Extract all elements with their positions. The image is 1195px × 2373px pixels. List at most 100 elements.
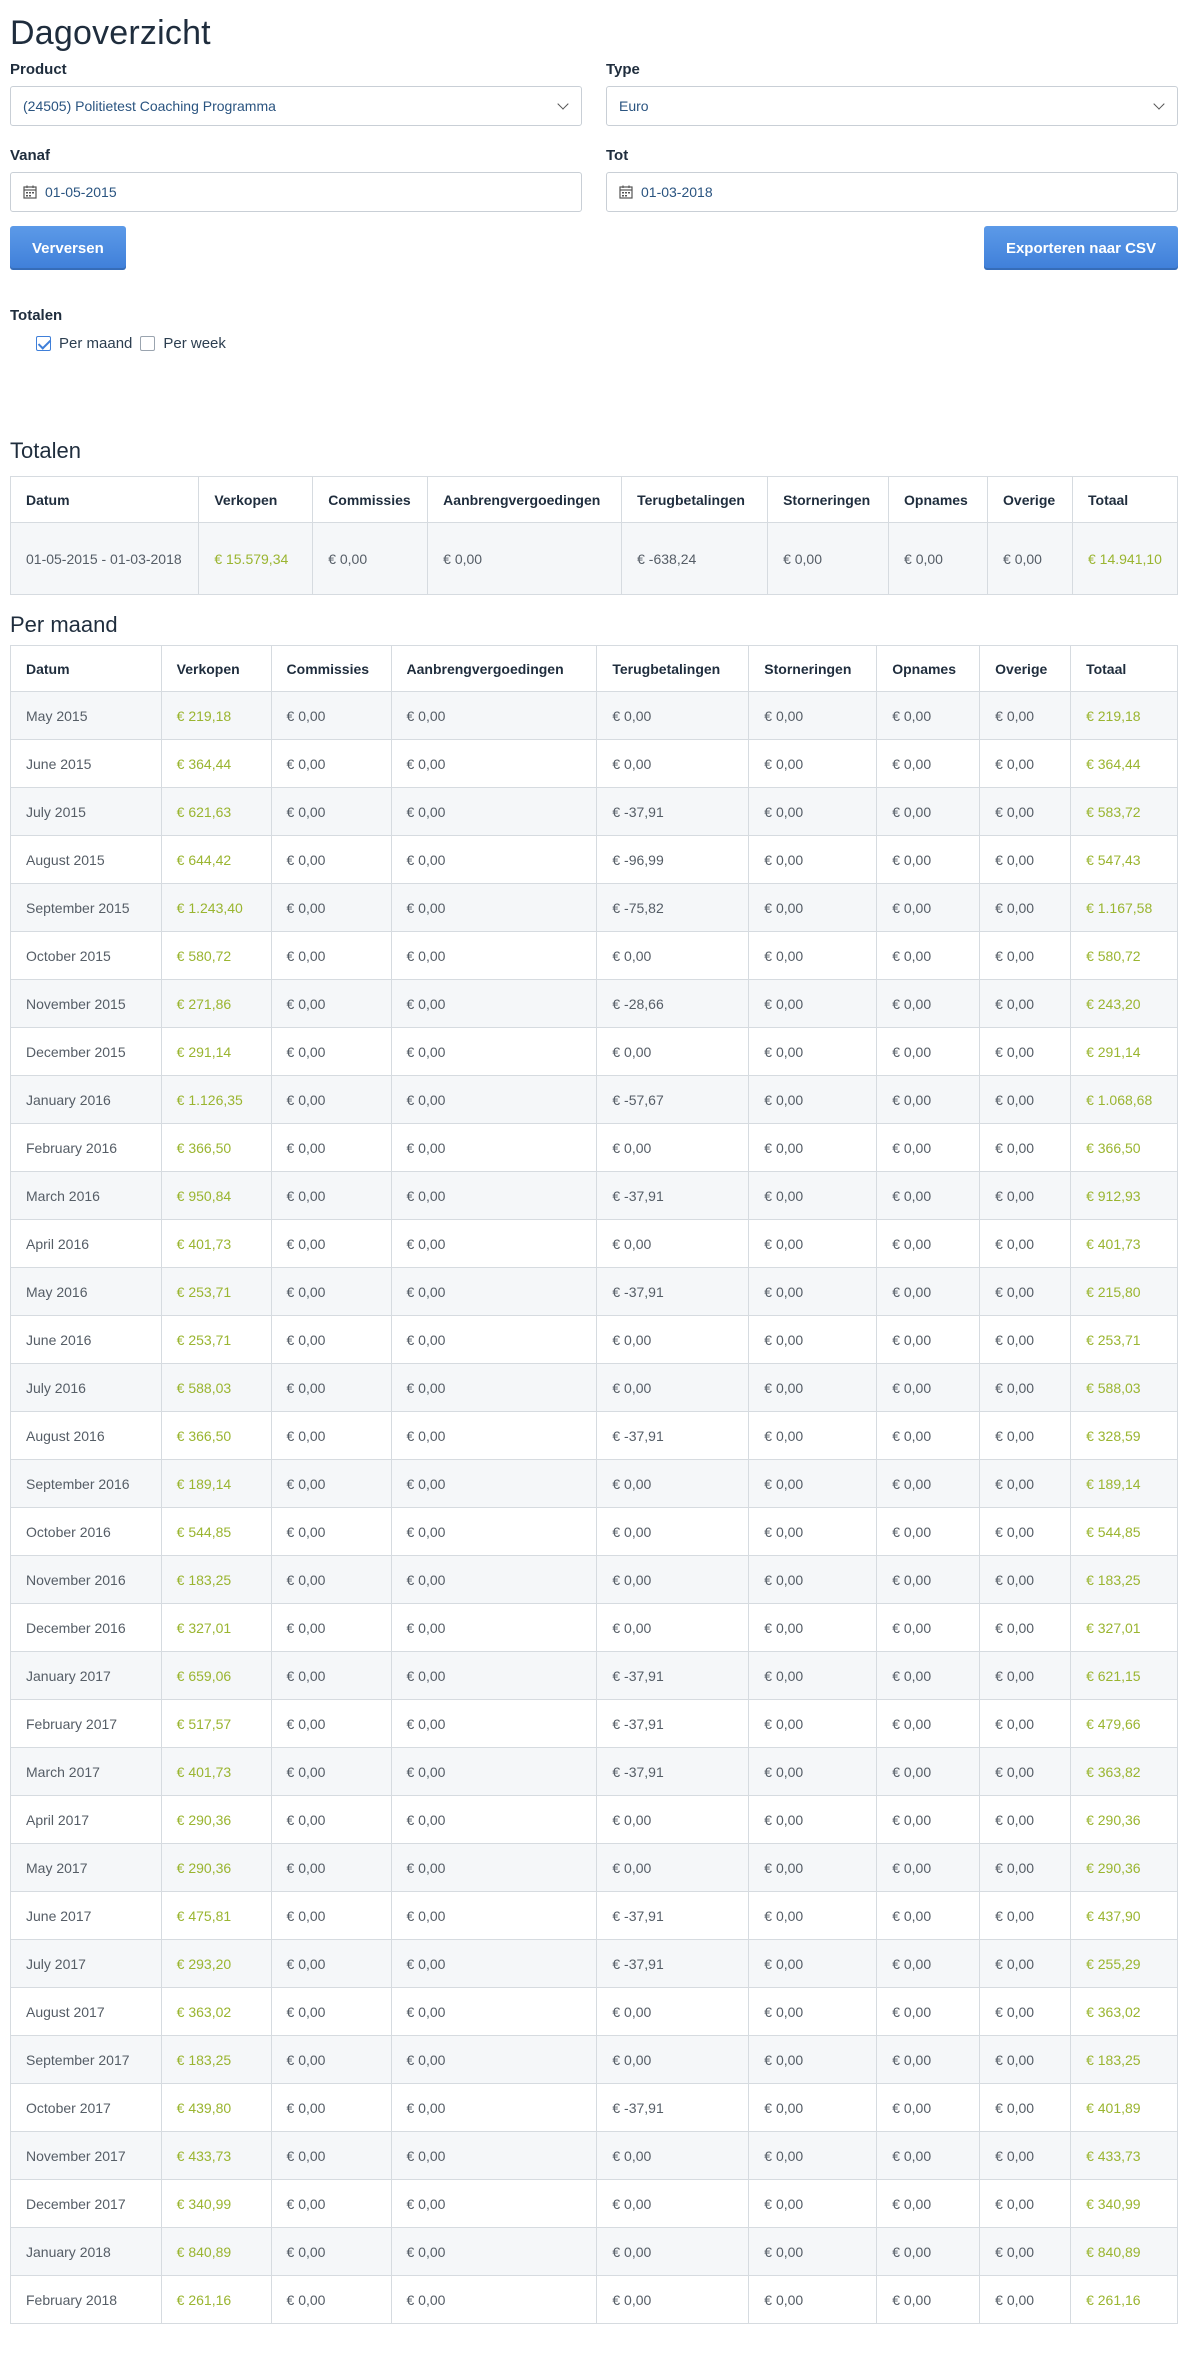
cell-storneringen: € 0,00 xyxy=(748,1939,878,1988)
per-week-option[interactable]: Per week xyxy=(140,335,226,352)
cell-totaal: € 437,90 xyxy=(1070,1891,1178,1940)
cell-aanbrengvergoedingen: € 0,00 xyxy=(390,1123,598,1172)
cell-overige: € 0,00 xyxy=(979,1123,1072,1172)
cell-commissies: € 0,00 xyxy=(270,2083,392,2132)
cell-commissies: € 0,00 xyxy=(270,1843,392,1892)
cell-verkopen: € 644,42 xyxy=(160,835,272,884)
cell-datum: July 2016 xyxy=(10,1363,162,1412)
export-csv-button[interactable]: Exporteren naar CSV xyxy=(983,226,1178,270)
cell-verkopen: € 253,71 xyxy=(160,1315,272,1364)
cell-storneringen: € 0,00 xyxy=(748,2131,878,2180)
cell-datum: June 2017 xyxy=(10,1891,162,1940)
cell-commissies: € 0,00 xyxy=(270,739,392,788)
cell-storneringen: € 0,00 xyxy=(748,1267,878,1316)
table-row: August 2015 € 644,42 € 0,00 € 0,00 € -96,99 €… xyxy=(10,835,1178,884)
cell-terugbetalingen: € -638,24 xyxy=(621,522,769,595)
cell-opnames: € 0,00 xyxy=(876,691,981,740)
cell-opnames: € 0,00 xyxy=(888,522,989,595)
cell-overige: € 0,00 xyxy=(979,979,1072,1028)
cell-commissies: € 0,00 xyxy=(270,931,392,980)
table-row: October 2016 € 544,85 € 0,00 € 0,00 € 0,00 € … xyxy=(10,1507,1178,1556)
from-date-input[interactable]: 01-05-2015 xyxy=(10,172,582,212)
cell-verkopen: € 439,80 xyxy=(160,2083,272,2132)
cell-verkopen: € 327,01 xyxy=(160,1603,272,1652)
cell-verkopen: € 183,25 xyxy=(160,2035,272,2084)
type-group: Type Euro xyxy=(606,60,1178,126)
cell-terugbetalingen: € -37,91 xyxy=(596,1171,750,1220)
cell-storneringen: € 0,00 xyxy=(748,739,878,788)
cell-storneringen: € 0,00 xyxy=(748,1603,878,1652)
cell-overige: € 0,00 xyxy=(979,1075,1072,1124)
cell-aanbrengvergoedingen: € 0,00 xyxy=(390,1075,598,1124)
type-select[interactable]: Euro xyxy=(606,86,1178,126)
cell-aanbrengvergoedingen: € 0,00 xyxy=(390,1507,598,1556)
cell-terugbetalingen: € -37,91 xyxy=(596,1651,750,1700)
cell-aanbrengvergoedingen: € 0,00 xyxy=(390,1843,598,1892)
product-select[interactable]: (24505) Politietest Coaching Programma xyxy=(10,86,582,126)
cell-totaal: € 363,82 xyxy=(1070,1747,1178,1796)
per-week-checkbox[interactable] xyxy=(140,335,156,351)
cell-overige: € 0,00 xyxy=(979,835,1072,884)
table-row: August 2016 € 366,50 € 0,00 € 0,00 € -37,91 €… xyxy=(10,1411,1178,1460)
cell-opnames: € 0,00 xyxy=(876,1939,981,1988)
cell-totaal: € 14.941,10 xyxy=(1072,522,1178,595)
cell-totaal: € 364,44 xyxy=(1070,739,1178,788)
cell-datum: May 2015 xyxy=(10,691,162,740)
cell-aanbrengvergoedingen: € 0,00 xyxy=(390,979,598,1028)
cell-datum: February 2016 xyxy=(10,1123,162,1172)
cell-commissies: € 0,00 xyxy=(270,1699,392,1748)
per-month-option[interactable]: Per maand xyxy=(36,335,132,352)
table-row: June 2017 € 475,81 € 0,00 € 0,00 € -37,91 € 0… xyxy=(10,1891,1178,1940)
action-row: Verversen Exporteren naar CSV xyxy=(10,226,1178,270)
table-row: April 2016 € 401,73 € 0,00 € 0,00 € 0,00 € 0,… xyxy=(10,1219,1178,1268)
cell-aanbrengvergoedingen: € 0,00 xyxy=(390,1171,598,1220)
cell-datum: July 2017 xyxy=(10,1939,162,1988)
cell-overige: € 0,00 xyxy=(979,1843,1072,1892)
cell-verkopen: € 840,89 xyxy=(160,2227,272,2276)
cell-totaal: € 261,16 xyxy=(1070,2275,1178,2324)
cell-totaal: € 366,50 xyxy=(1070,1123,1178,1172)
table-row: January 2016 € 1.126,35 € 0,00 € 0,00 € -57,… xyxy=(10,1075,1178,1124)
cell-terugbetalingen: € -37,91 xyxy=(596,1747,750,1796)
cell-totaal: € 401,73 xyxy=(1070,1219,1178,1268)
cell-terugbetalingen: € 0,00 xyxy=(596,2227,750,2276)
cell-aanbrengvergoedingen: € 0,00 xyxy=(390,2227,598,2276)
product-group: Product (24505) Politietest Coaching Pro… xyxy=(10,60,582,126)
cell-commissies: € 0,00 xyxy=(270,1123,392,1172)
cell-opnames: € 0,00 xyxy=(876,2179,981,2228)
cell-commissies: € 0,00 xyxy=(270,835,392,884)
cell-opnames: € 0,00 xyxy=(876,1363,981,1412)
cell-terugbetalingen: € 0,00 xyxy=(596,1123,750,1172)
refresh-button[interactable]: Verversen xyxy=(10,226,126,270)
cell-commissies: € 0,00 xyxy=(270,1507,392,1556)
cell-datum: March 2017 xyxy=(10,1747,162,1796)
cell-overige: € 0,00 xyxy=(979,1555,1072,1604)
cell-opnames: € 0,00 xyxy=(876,1555,981,1604)
per-month-table: Datum Verkopen Commissies Aanbrengvergoe… xyxy=(10,645,1178,2324)
page-title: Dagoverzicht xyxy=(10,14,211,52)
cell-opnames: € 0,00 xyxy=(876,2227,981,2276)
cell-storneringen: € 0,00 xyxy=(748,883,878,932)
cell-verkopen: € 517,57 xyxy=(160,1699,272,1748)
cell-aanbrengvergoedingen: € 0,00 xyxy=(390,883,598,932)
cell-commissies: € 0,00 xyxy=(270,1603,392,1652)
per-month-checkbox[interactable] xyxy=(36,335,51,351)
cell-verkopen: € 189,14 xyxy=(160,1459,272,1508)
cell-opnames: € 0,00 xyxy=(876,739,981,788)
chevron-down-icon xyxy=(1153,98,1165,110)
cell-terugbetalingen: € -37,91 xyxy=(596,2083,750,2132)
cell-storneringen: € 0,00 xyxy=(748,1315,878,1364)
to-date-input[interactable]: 01-03-2018 xyxy=(606,172,1178,212)
cell-datum: June 2016 xyxy=(10,1315,162,1364)
cell-commissies: € 0,00 xyxy=(270,1411,392,1460)
cell-totaal: € 189,14 xyxy=(1070,1459,1178,1508)
cell-datum: December 2016 xyxy=(10,1603,162,1652)
cell-commissies: € 0,00 xyxy=(270,1267,392,1316)
cell-commissies: € 0,00 xyxy=(270,2275,392,2324)
table-row: October 2015 € 580,72 € 0,00 € 0,00 € 0,00 € … xyxy=(10,931,1178,980)
cell-terugbetalingen: € 0,00 xyxy=(596,2035,750,2084)
cell-aanbrengvergoedingen: € 0,00 xyxy=(390,787,598,836)
cell-verkopen: € 544,85 xyxy=(160,1507,272,1556)
cell-datum: February 2017 xyxy=(10,1699,162,1748)
cell-aanbrengvergoedingen: € 0,00 xyxy=(390,931,598,980)
